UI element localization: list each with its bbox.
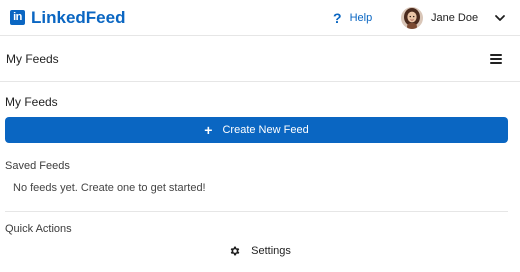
settings-label: Settings (251, 245, 291, 257)
settings-button[interactable]: Settings (5, 245, 515, 257)
user-name: Jane Doe (431, 12, 479, 24)
page-title: My Feeds (5, 95, 58, 109)
empty-feeds-message: No feeds yet. Create one to get started! (13, 182, 206, 194)
brand-logo[interactable]: in LinkedFeed (10, 8, 125, 28)
divider (5, 211, 508, 212)
help-link[interactable]: ? Help (333, 0, 372, 36)
plus-icon: + (204, 122, 213, 138)
saved-feeds-heading: Saved Feeds (5, 160, 70, 172)
user-menu[interactable]: Jane Doe (401, 0, 506, 36)
linkedin-icon: in (10, 10, 25, 25)
create-new-feed-button[interactable]: + Create New Feed (5, 117, 508, 143)
create-new-feed-label: Create New Feed (222, 124, 309, 136)
app-name: LinkedFeed (31, 7, 126, 27)
main-content: My Feeds + Create New Feed Saved Feeds N… (0, 95, 520, 257)
help-icon: ? (333, 10, 342, 26)
help-label: Help (349, 12, 373, 24)
quick-actions-heading: Quick Actions (5, 223, 72, 235)
avatar[interactable] (401, 7, 423, 29)
gear-icon (230, 246, 240, 256)
hamburger-menu-icon[interactable] (490, 53, 502, 64)
avatar-icon (401, 7, 423, 29)
subheader-title: My Feeds (6, 51, 59, 66)
chevron-down-icon[interactable] (494, 12, 506, 24)
feeds-subheader: My Feeds (0, 36, 520, 82)
top-navigation-bar: in LinkedFeed ? Help Jane Doe (0, 0, 520, 36)
